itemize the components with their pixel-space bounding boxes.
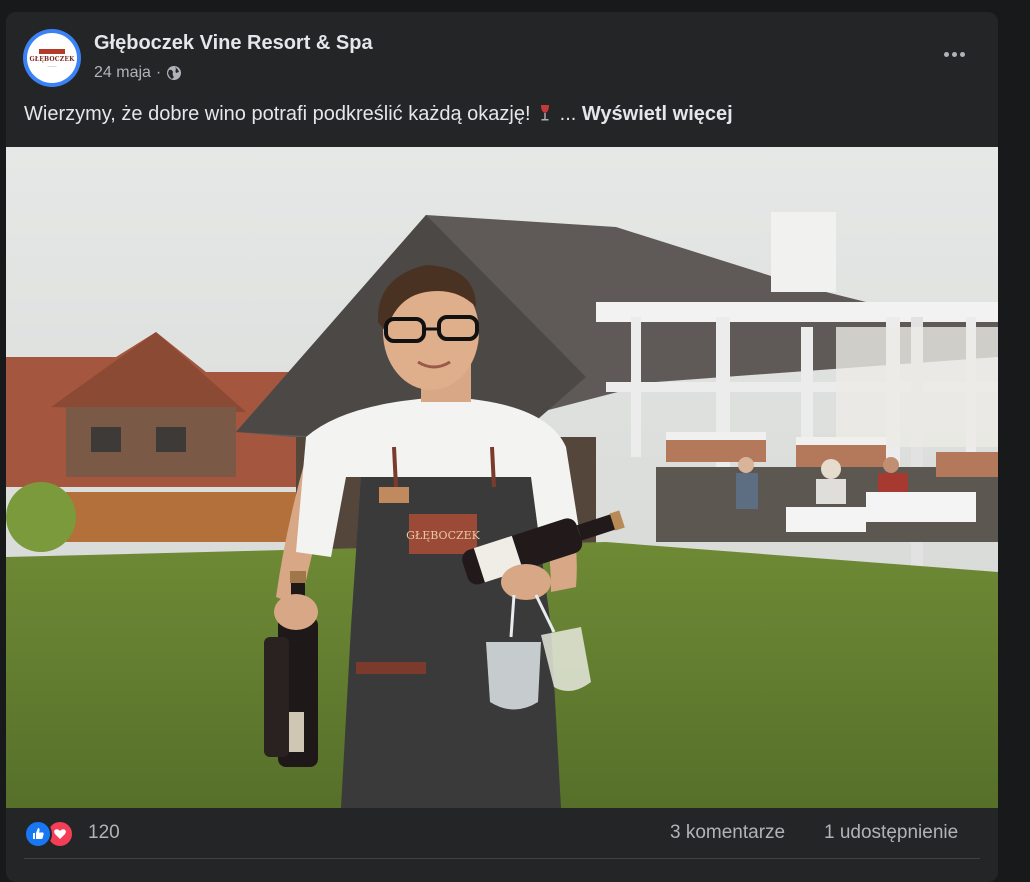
footer-divider (24, 858, 980, 859)
shares-count-link[interactable]: 1 udostępnienie (824, 822, 958, 844)
logo-mark (39, 48, 65, 54)
more-options-icon[interactable] (936, 42, 972, 66)
meta-separator: · (155, 64, 162, 81)
logo-underline: ——— (47, 63, 57, 68)
post-card: GŁĘBOCZEK ——— Głęboczek Vine Resort & Sp… (6, 12, 998, 882)
reaction-count[interactable]: 120 (88, 822, 120, 844)
reaction-icons[interactable] (24, 820, 74, 848)
post-footer: 120 3 komentarze 1 udostępnienie (6, 808, 998, 868)
comments-count-link[interactable]: 3 komentarze (670, 822, 785, 844)
post-text: Wierzymy, że dobre wino potrafi podkreśl… (24, 103, 733, 126)
post-photo[interactable]: GŁĘBOCZEK (6, 147, 998, 808)
apron-patch-text: GŁĘBOCZEK (406, 529, 481, 542)
post-message: Wierzymy, że dobre wino potrafi podkreśl… (24, 103, 531, 125)
logo-text: GŁĘBOCZEK (29, 55, 75, 63)
post-header: GŁĘBOCZEK ——— Głęboczek Vine Resort & Sp… (6, 12, 998, 92)
like-icon (24, 820, 52, 848)
post-meta: 24 maja · (94, 64, 182, 82)
page-name-link[interactable]: Głęboczek Vine Resort & Spa (94, 32, 373, 55)
wine-glass-icon (541, 105, 550, 121)
see-more-link[interactable]: Wyświetl więcej (582, 103, 733, 125)
photo-illustration: GŁĘBOCZEK (6, 147, 998, 808)
post-date[interactable]: 24 maja (94, 64, 151, 82)
text-ellipsis: ... (559, 103, 577, 125)
page-background-strip (1000, 0, 1030, 871)
globe-icon[interactable] (166, 65, 182, 81)
avatar-logo: GŁĘBOCZEK ——— (27, 33, 77, 83)
page-avatar[interactable]: GŁĘBOCZEK ——— (23, 29, 81, 87)
